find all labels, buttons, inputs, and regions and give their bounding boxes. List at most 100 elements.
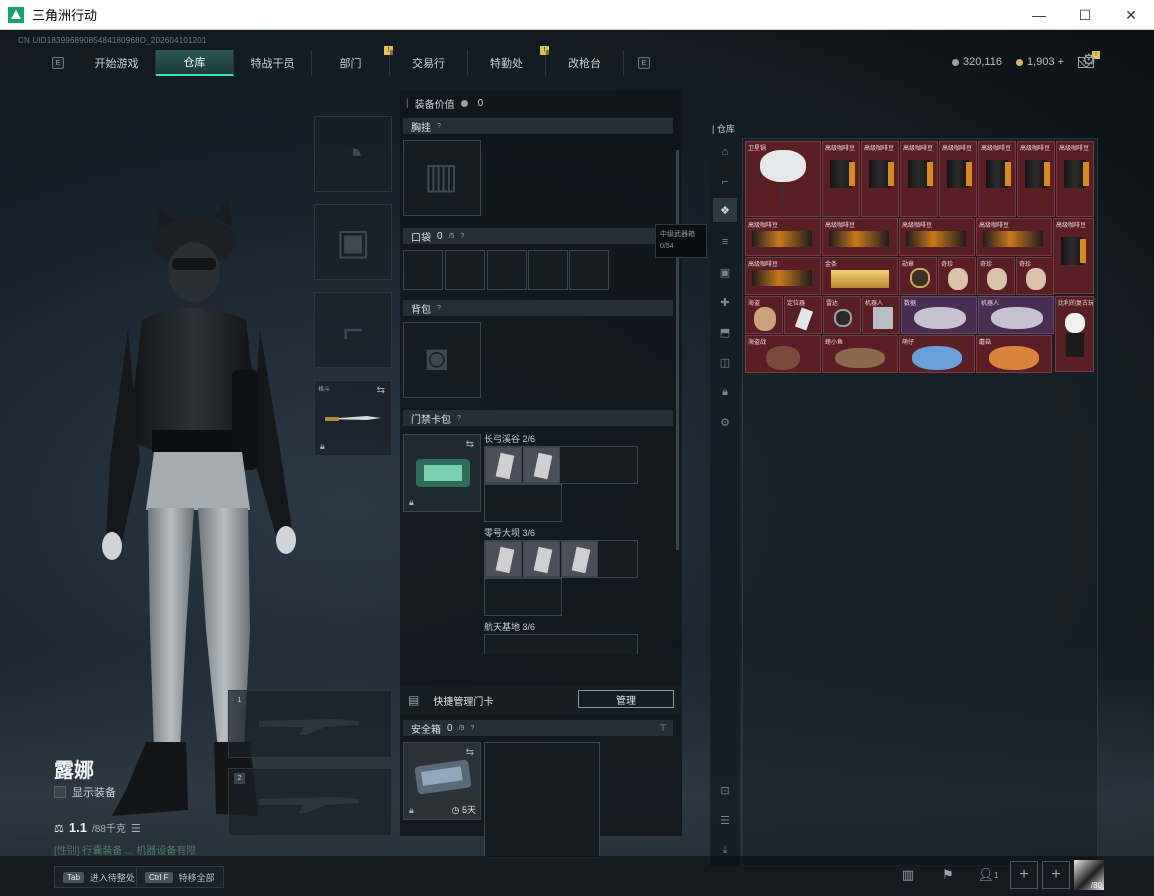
stash-item-coffee-box[interactable]: 高级咖啡豆 <box>976 218 1052 256</box>
safebox-grid[interactable] <box>484 742 600 858</box>
stash-tab-keys-icon[interactable]: ▣ <box>717 264 733 280</box>
stash-item-satellite-dish[interactable]: 卫星锅 <box>745 141 821 217</box>
close-button[interactable]: ✕ <box>1108 0 1154 30</box>
keycard-item[interactable] <box>485 447 522 483</box>
stash-item-coffee[interactable]: 高级咖啡豆 <box>900 141 938 217</box>
stash-grid[interactable]: 卫星锅 高级咖啡豆 高级咖啡豆 高级咖啡豆 高级咖啡豆 高级咖啡豆 高级咖啡豆 … <box>742 138 1098 866</box>
stash-tab-all-icon[interactable]: ⌂ <box>717 144 733 160</box>
help-icon[interactable]: ? <box>437 305 441 312</box>
stash-item-curio[interactable]: 奇珍 <box>1016 257 1054 295</box>
pocket-slot[interactable] <box>569 250 609 290</box>
hint-tab[interactable]: Tab 进入待整处 <box>54 866 144 888</box>
pocket-slot[interactable] <box>528 250 568 290</box>
stash-item-coffee-box[interactable]: 高级咖啡豆 <box>822 218 898 256</box>
invite-slot-button[interactable]: + <box>1010 861 1038 889</box>
gear-icon[interactable]: ⚙ <box>1082 50 1096 70</box>
stash-item-pirate-battle[interactable]: 海盗战 <box>745 335 821 373</box>
minimize-button[interactable]: — <box>1016 0 1062 30</box>
safebox-slot[interactable]: ⇆ 🔒︎ ◷ 5天 <box>403 742 481 820</box>
stash-item-crab[interactable]: 螃小鱼 <box>822 335 898 373</box>
pin-icon[interactable]: ⊤ <box>659 723 667 734</box>
stash-item-coffee[interactable]: 高级咖啡豆 <box>1056 141 1094 217</box>
help-icon[interactable]: ? <box>457 415 461 422</box>
stash-item-coffee[interactable]: 高级咖啡豆 <box>822 141 860 217</box>
stash-item-coffee[interactable]: 高级咖啡豆 <box>861 141 899 217</box>
stash-item-coffee[interactable]: 高级咖啡豆 <box>1017 141 1055 217</box>
stash-item-robot[interactable]: 机器人 <box>862 296 900 334</box>
help-icon[interactable]: ? <box>437 123 441 130</box>
keycard-item[interactable] <box>485 541 522 577</box>
tab-special-ops[interactable]: 特勤处! <box>468 46 549 76</box>
stash-tab-meds-icon[interactable]: ✚ <box>717 294 733 310</box>
help-icon[interactable]: ? <box>470 725 474 732</box>
invite-slot-button[interactable]: + <box>1042 861 1070 889</box>
keycard-case-slot[interactable]: ⇆ 🔒︎ <box>403 434 481 512</box>
stash-tab-ammo-icon[interactable]: ≡ <box>717 234 733 250</box>
list-icon[interactable]: ☰ <box>131 822 141 835</box>
primary-weapon-slot-2[interactable]: 2 <box>228 768 392 836</box>
friends-icon[interactable]: 👤︎ 1 <box>970 861 1006 889</box>
stash-item-gold-bar[interactable]: 金条 <box>822 257 898 295</box>
tab-gunsmith[interactable]: 改枪台 <box>546 50 624 76</box>
show-equipment-checkbox[interactable] <box>54 786 66 798</box>
maximize-button[interactable]: ☐ <box>1062 0 1108 30</box>
gold-currency[interactable]: 1,903 + <box>1015 56 1064 68</box>
stash-item-robot[interactable]: 机器人 <box>978 296 1054 334</box>
show-equipment-toggle[interactable]: 显示装备 <box>54 784 116 800</box>
gear-icon[interactable]: ⚙ <box>717 414 733 430</box>
stash-item-mushroom[interactable]: 蘑菇 <box>976 335 1052 373</box>
keycard-item[interactable] <box>523 447 560 483</box>
stats-icon[interactable]: ▥ <box>890 861 926 889</box>
backpack-slot[interactable]: ◙ <box>403 322 481 398</box>
stash-item-curio[interactable]: 奇珍 <box>938 257 976 295</box>
stash-item-coffee-box[interactable]: 高级咖啡豆 <box>899 218 975 256</box>
chest-rig-slot[interactable]: ▥ <box>403 140 481 216</box>
stash-item-coffee[interactable]: 高级咖啡豆 <box>978 141 1016 217</box>
hint-transfer-all[interactable]: Ctrl F 特移全部 <box>136 866 224 888</box>
swap-icon[interactable]: ⇆ <box>377 385 385 396</box>
stash-item-cute[interactable]: 萌仔 <box>899 335 975 373</box>
avatar[interactable]: /80 <box>1074 860 1104 890</box>
lock-icon[interactable]: 🔒︎ <box>717 384 733 400</box>
pistol-slot[interactable]: ⌐ <box>314 292 392 368</box>
stash-item-coffee-box[interactable]: 高级咖啡豆 <box>745 257 821 295</box>
tab-trade[interactable]: 交易行 <box>390 50 468 76</box>
keycard-row[interactable] <box>484 484 562 522</box>
keycard-row[interactable] <box>484 578 562 616</box>
armor-slot[interactable]: ▣ <box>314 204 392 280</box>
stash-item-data[interactable]: 数据 <box>901 296 977 334</box>
stash-item-medal[interactable]: 勋章 <box>899 257 937 295</box>
manage-button[interactable]: 管理 <box>578 690 674 708</box>
melee-slot[interactable]: 格斗 ⇆ 🔒︎ <box>314 380 392 456</box>
helmet-slot[interactable]: ◔ <box>314 116 392 192</box>
stash-item-billy-doll[interactable]: 比利的复古玩偶 <box>1055 296 1094 372</box>
stash-item-radar[interactable]: 雷达 <box>823 296 861 334</box>
stash-item-coffee[interactable]: 高级咖啡豆 <box>939 141 977 217</box>
pocket-slot[interactable] <box>487 250 527 290</box>
stash-tab-misc-icon[interactable]: ◫ <box>717 354 733 370</box>
primary-weapon-slot-1[interactable]: 1 <box>228 690 392 758</box>
sort-icon[interactable]: ⊡ <box>717 782 733 798</box>
tab-warehouse[interactable]: 仓库 <box>156 50 234 76</box>
stash-tab-gear-icon[interactable]: ⬒ <box>717 324 733 340</box>
pocket-slot[interactable] <box>403 250 443 290</box>
stash-item-locator[interactable]: 定位器 <box>784 296 822 334</box>
tab-start-game[interactable]: 开始游戏 <box>78 50 156 76</box>
flag-icon[interactable]: ⚑ <box>930 861 966 889</box>
stash-tab-weapons-icon[interactable]: ⌐ <box>717 174 733 190</box>
keycard-item[interactable] <box>523 541 560 577</box>
equipment-scrollbar[interactable] <box>676 150 679 550</box>
nav-prev-key[interactable]: E <box>52 57 64 69</box>
tab-department[interactable]: 部门! <box>312 46 393 76</box>
stash-item-curio[interactable]: 奇珍 <box>977 257 1015 295</box>
keycard-item[interactable] <box>561 541 598 577</box>
stash-tab-collectibles-icon[interactable]: ❖ <box>713 198 737 222</box>
keycard-row[interactable] <box>484 634 638 654</box>
help-icon[interactable]: ? <box>460 233 464 240</box>
pocket-slot[interactable] <box>445 250 485 290</box>
stash-item-coffee[interactable]: 高级咖啡豆 <box>1053 218 1094 294</box>
swap-icon[interactable]: ⇆ <box>466 439 474 450</box>
layers-icon[interactable]: ☰ <box>717 812 733 828</box>
stash-item-coffee-box[interactable]: 高级咖啡豆 <box>745 218 821 256</box>
stash-item-pirate[interactable]: 海盗 <box>745 296 783 334</box>
